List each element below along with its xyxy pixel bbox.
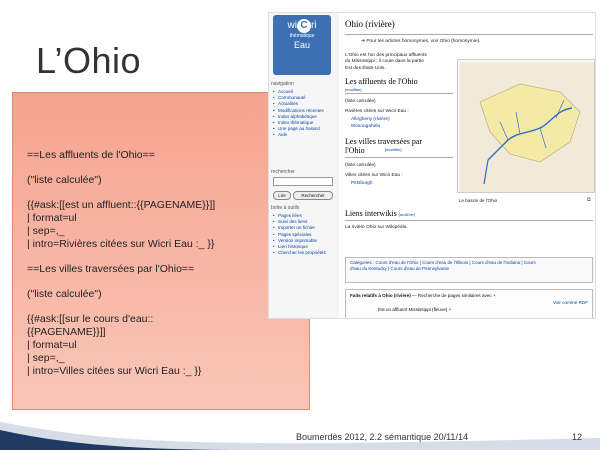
code-box: ==Les affluents de l'Ohio== ("liste calc…	[12, 92, 310, 410]
search-button[interactable]: Rechercher	[293, 191, 333, 200]
section-rule	[345, 220, 593, 221]
calc-list-note: (liste calculée)	[345, 163, 376, 168]
rdf-link[interactable]: Voir comme RDF	[350, 299, 588, 306]
ohio-basin-map[interactable]	[457, 59, 595, 193]
intro-paragraph: L'Ohio est l'un des principaux affluents…	[345, 53, 427, 71]
wicri-logo[interactable]: wi Cri thématique Eau	[273, 15, 331, 75]
code-block-affluents-heading: ==Les affluents de l'Ohio==	[27, 149, 155, 161]
cities-intro: Villes citées sur Wicri Eau :	[345, 173, 403, 178]
navigation-header: navigation	[271, 81, 294, 87]
code-block-liste-2: ("liste calculée")	[27, 288, 102, 300]
map-caption: Le bassin de l'Ohio	[459, 198, 498, 203]
section-affluents: Les affluents de l'Ohio	[345, 77, 418, 86]
section-rule	[345, 157, 453, 158]
tools-header: boîte à outils	[271, 205, 300, 211]
city-link[interactable]: Pittsburgh	[351, 181, 373, 187]
title-rule	[345, 34, 593, 35]
page-number: 12	[572, 432, 583, 442]
edit-link[interactable]: [modifier]	[385, 147, 401, 153]
search-input[interactable]	[273, 177, 333, 186]
code-block-ask-2: {{#ask:[[sur le cours d'eau:: {{PAGENAME…	[27, 313, 202, 377]
rivers-intro: Rivières citées sur Wicri Eau :	[345, 109, 409, 114]
interwiki-text[interactable]: La rivière Ohio sur Wikipédia.	[345, 225, 408, 231]
river-link[interactable]: Allegheny (rivière)	[351, 117, 390, 123]
wiki-content: Ohio (rivière) ➜ Pour les articles homon…	[341, 13, 595, 318]
section-interwikis: Liens interwikis [modifier]	[345, 209, 416, 218]
search-header: rechercher	[271, 169, 295, 175]
river-link[interactable]: Monongahela	[351, 124, 380, 130]
hatnote[interactable]: ➜ Pour les articles homonymes, voir Ohio…	[361, 39, 480, 45]
tool-item[interactable]: Chercher les propriétés	[273, 250, 337, 256]
code-text: ==Les affluents de l'Ohio== ("liste calc…	[27, 149, 307, 390]
nav-item[interactable]: Aide	[273, 132, 337, 138]
slide-footer: Boumerdès 2012, 2.2 sémantique 20/11/14	[296, 432, 468, 442]
tools-list: Pages liées Suivi des liens Importer un …	[273, 213, 337, 257]
navigation-list: Accueil Communauté Actualités Modificati…	[273, 89, 337, 139]
code-block-ask-1: {{#ask:[[est un affluent::{{PAGENAME}}]]…	[27, 199, 216, 250]
map-graphic	[460, 62, 594, 192]
facts-row: Est un affluent Mississippi (fleuve) +	[378, 307, 452, 312]
wiki-sidebar: wiCri thématique Eau navigation Accueil …	[269, 13, 339, 318]
slide-title: L’Ohio	[36, 40, 142, 81]
section-rule	[345, 93, 453, 94]
wiki-screenshot: wiCri thématique Eau navigation Accueil …	[268, 12, 596, 319]
code-block-liste-1: ("liste calculée")	[27, 174, 102, 186]
category-box: Catégories : Cours d'eau de l'Ohio | Cou…	[345, 257, 593, 283]
enlarge-icon[interactable]: ⧉	[587, 197, 591, 204]
code-block-villes-heading: ==Les villes traversées par l'Ohio==	[27, 263, 195, 275]
wiki-page-title: Ohio (rivière)	[345, 19, 395, 29]
section-villes: Les villes traversées par l'Ohio	[345, 137, 423, 155]
calc-list-note: (liste calculée)	[345, 99, 376, 104]
read-button[interactable]: Lire	[273, 191, 291, 200]
facts-box: Faits relatifs à Ohio (rivière) — Recher…	[345, 289, 593, 318]
